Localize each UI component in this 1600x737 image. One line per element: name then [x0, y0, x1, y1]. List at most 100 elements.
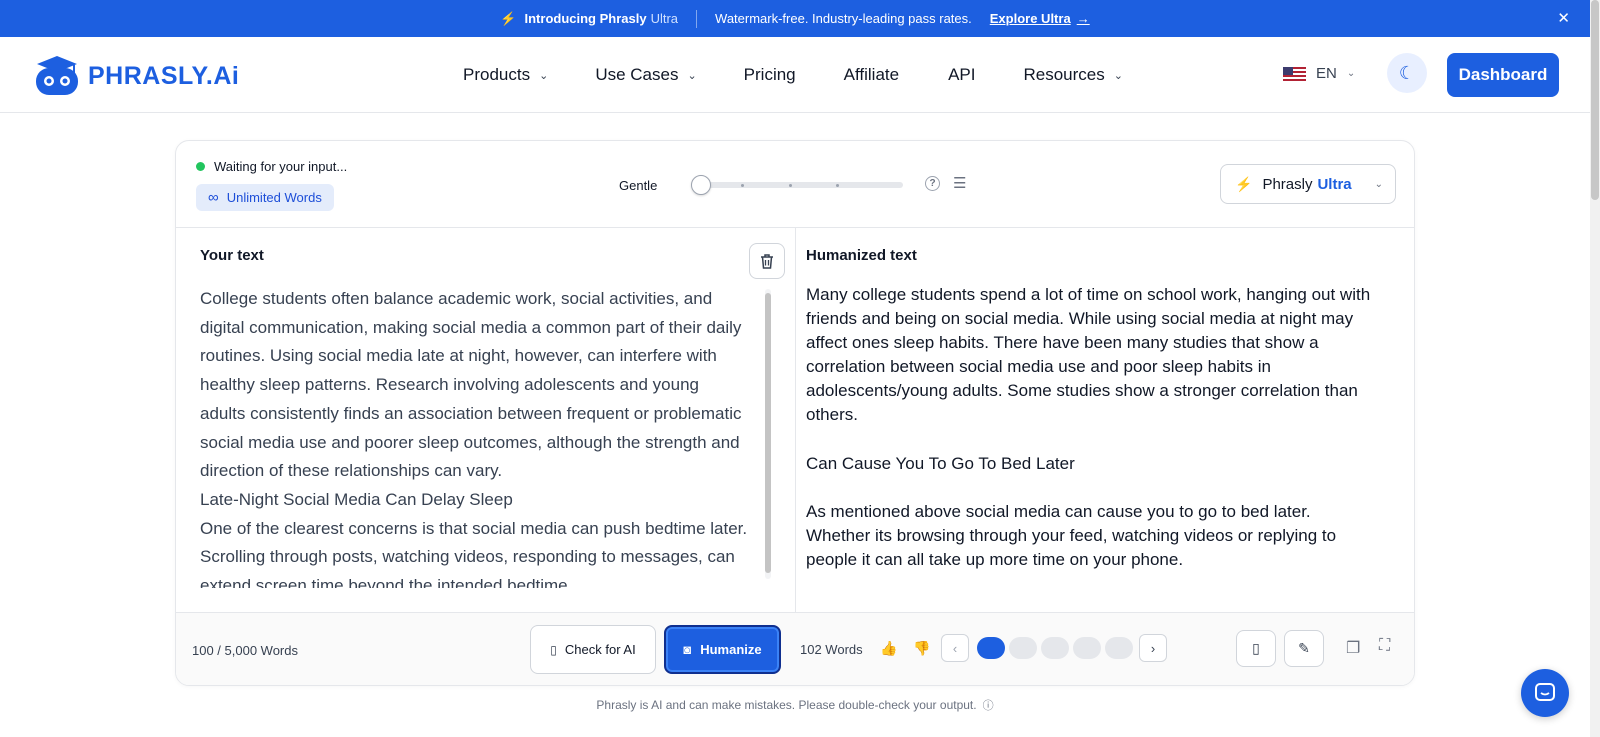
clear-text-button[interactable]: [749, 243, 785, 279]
output-word-count: 102 Words: [800, 642, 863, 657]
input-textarea[interactable]: College students often balance academic …: [200, 285, 748, 588]
version-pill-2[interactable]: [1009, 637, 1037, 659]
input-word-count: 100 / 5,000 Words: [192, 643, 298, 658]
trash-icon: [761, 253, 773, 269]
status-dot: [196, 162, 205, 171]
edit-button[interactable]: ✎: [1284, 630, 1324, 667]
next-version-button[interactable]: ›: [1139, 634, 1167, 662]
nav-label: Pricing: [743, 65, 796, 84]
chevron-down-icon: ⌄: [1113, 69, 1123, 82]
chevron-down-icon: ⌄: [539, 69, 549, 82]
input-paragraph: Late-Night Social Media Can Delay Sleep: [200, 489, 513, 509]
model-tier: Ultra: [1317, 175, 1352, 193]
input-scrollbar[interactable]: [765, 289, 771, 579]
announcement-tagline: Watermark-free. Industry-leading pass ra…: [715, 11, 972, 26]
lightning-icon: ⚡: [1235, 175, 1253, 192]
page-scrollbar[interactable]: [1590, 0, 1600, 737]
document-icon: ▯: [550, 642, 557, 657]
slider-tick: [789, 184, 792, 187]
unlimited-words-label: Unlimited Words: [226, 190, 322, 205]
site-header: PHRASLY.Ai Products ⌄ Use Cases ⌄ Pricing …: [0, 37, 1590, 113]
output-text: Many college students spend a lot of tim…: [806, 283, 1376, 593]
chevron-right-icon: ›: [1150, 640, 1156, 656]
chevron-down-icon: ⌄: [687, 69, 697, 82]
infinity-icon: ∞: [208, 189, 219, 206]
model-select[interactable]: ⚡ Phrasly Ultra ⌄: [1220, 164, 1396, 204]
info-icon[interactable]: ⓘ: [983, 700, 994, 712]
unlimited-words-badge: ∞ Unlimited Words: [196, 184, 334, 211]
output-paragraph: Many college students spend a lot of tim…: [806, 285, 1371, 425]
input-paragraph: One of the clearest concerns is that soc…: [200, 518, 748, 588]
version-pill-4[interactable]: [1073, 637, 1101, 659]
dashboard-button[interactable]: Dashboard: [1447, 53, 1559, 97]
input-paragraph: College students often balance academic …: [200, 289, 742, 481]
status-text: Waiting for your input...: [214, 159, 348, 174]
mode-slider[interactable]: [691, 175, 903, 195]
input-panel-title: Your text: [200, 247, 264, 264]
humanize-button[interactable]: ◙ Humanize: [664, 625, 781, 674]
explore-ultra-link[interactable]: Explore Ultra →: [990, 11, 1090, 26]
nav-label: Use Cases: [595, 65, 679, 84]
expand-icon[interactable]: ⛶: [1379, 637, 1390, 655]
nav-label: Affiliate: [843, 65, 900, 84]
explore-ultra-label: Explore Ultra: [989, 11, 1071, 26]
humanizer-card: Waiting for your input... ∞ Unlimited Wo…: [175, 140, 1415, 686]
chevron-left-icon: ‹: [952, 640, 958, 656]
chat-support-button[interactable]: [1521, 669, 1569, 717]
chevron-down-icon: ⌄: [1374, 178, 1383, 190]
check-for-ai-button[interactable]: ▯ Check for AI: [530, 625, 656, 674]
version-pill-3[interactable]: [1041, 637, 1069, 659]
close-icon[interactable]: ✕: [1557, 9, 1570, 27]
model-name: Phrasly: [1262, 175, 1313, 193]
humanize-label: Humanize: [700, 642, 762, 657]
thumbs-up-icon[interactable]: 👍: [880, 640, 897, 657]
nav-use-cases[interactable]: Use Cases ⌄: [595, 65, 696, 85]
announcement-intro-ultra: Ultra: [650, 11, 679, 26]
announcement-bar: ⚡ Introducing Phrasly Ultra Watermark-fr…: [0, 0, 1590, 37]
logo[interactable]: PHRASLY.Ai: [32, 54, 239, 98]
main-nav: Products ⌄ Use Cases ⌄ Pricing Affiliate A…: [463, 37, 1123, 113]
disclaimer: Phrasly is AI and can make mistakes. Ple…: [0, 697, 1590, 713]
nav-api[interactable]: API: [948, 65, 975, 85]
thumbs-down-icon[interactable]: 👎: [913, 640, 930, 657]
nav-label: Products: [463, 65, 531, 84]
slider-tick: [836, 184, 839, 187]
output-paragraph: Can Cause You To Go To Bed Later: [806, 453, 1075, 473]
version-pill-1[interactable]: [977, 637, 1005, 659]
announcement-intro: Introducing Phrasly: [524, 11, 647, 26]
chevron-down-icon: ⌄: [1346, 68, 1356, 79]
card-toolbar: Waiting for your input... ∞ Unlimited Wo…: [176, 141, 1414, 228]
edit-icon: ✎: [1298, 640, 1310, 656]
version-pill-5[interactable]: [1105, 637, 1133, 659]
language-label: EN: [1316, 65, 1337, 82]
mode-label: Gentle: [619, 178, 658, 193]
slider-tick: [741, 184, 744, 187]
input-scrollbar-thumb[interactable]: [765, 293, 771, 573]
nav-pricing[interactable]: Pricing: [744, 65, 796, 85]
announcement-divider: [696, 9, 698, 28]
robot-icon: ◙: [683, 642, 692, 657]
copy-icon[interactable]: ❐: [1346, 638, 1360, 658]
page-scrollbar-thumb[interactable]: [1591, 0, 1599, 200]
previous-version-button[interactable]: ‹: [941, 634, 969, 662]
nav-products[interactable]: Products ⌄: [463, 65, 548, 85]
arrow-right-icon: →: [1076, 11, 1090, 26]
card-bottom-bar: 100 / 5,000 Words ▯ Check for AI ◙ Human…: [176, 612, 1414, 685]
help-icon[interactable]: ?: [925, 176, 940, 191]
output-paragraph: As mentioned above social media can caus…: [806, 501, 1337, 569]
document-export-button[interactable]: ▯: [1236, 630, 1276, 667]
nav-resources[interactable]: Resources ⌄: [1024, 65, 1123, 85]
nav-affiliate[interactable]: Affiliate: [844, 65, 899, 85]
check-for-ai-label: Check for AI: [564, 642, 636, 657]
disclaimer-text: Phrasly is AI and can make mistakes. Ple…: [596, 698, 977, 712]
language-selector[interactable]: EN ⌄: [1283, 65, 1355, 82]
slider-knob[interactable]: [691, 175, 711, 195]
document-icon: ▯: [1252, 640, 1260, 656]
nav-label: Resources: [1023, 65, 1105, 84]
robot-logo-icon: [36, 56, 78, 95]
settings-sliders-icon[interactable]: ☰: [953, 174, 966, 192]
us-flag-icon: [1283, 66, 1306, 81]
lightning-icon: ⚡: [500, 10, 517, 26]
theme-toggle-button[interactable]: ☾: [1387, 53, 1427, 93]
chat-icon: [1535, 683, 1555, 701]
